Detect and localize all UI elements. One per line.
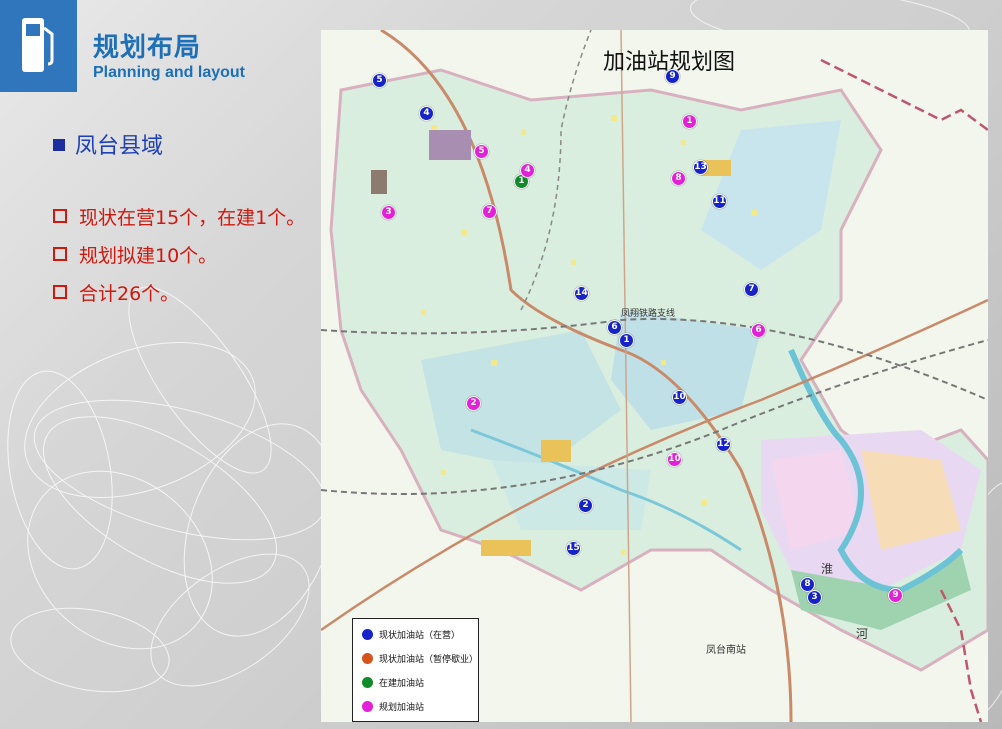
station-existing[interactable]: 1 <box>619 333 634 348</box>
bullet-item: 合计26个。 <box>53 281 305 319</box>
station-existing[interactable]: 15 <box>566 541 581 556</box>
legend-label: 现状加油站（暂停歇业） <box>379 655 479 665</box>
legend-item: 现状加油站（暂停歇业） <box>362 652 478 668</box>
legend-item: 现状加油站（在营） <box>362 628 460 644</box>
station-planned[interactable]: 8 <box>671 171 686 186</box>
bullet-item: 现状在营15个，在建1个。 <box>53 205 305 243</box>
blue-dot-icon <box>362 629 373 640</box>
station-planned[interactable]: 2 <box>466 396 481 411</box>
gas-pump-icon <box>22 18 54 72</box>
green-dot-icon <box>362 677 373 688</box>
legend-item: 在建加油站 <box>362 676 424 692</box>
station-planned[interactable]: 6 <box>751 323 766 338</box>
station-planned[interactable]: 4 <box>520 163 535 178</box>
station-existing[interactable]: 3 <box>807 590 822 605</box>
checkbox-bullet-icon <box>53 209 67 223</box>
station-planned[interactable]: 10 <box>667 452 682 467</box>
checkbox-bullet-icon <box>53 247 67 261</box>
station-existing[interactable]: 5 <box>372 73 387 88</box>
orange-dot-icon <box>362 653 373 664</box>
river-label: 河 <box>856 627 869 641</box>
station-planned[interactable]: 5 <box>474 144 489 159</box>
station-existing[interactable]: 4 <box>419 106 434 121</box>
station-planned[interactable]: 9 <box>888 588 903 603</box>
magenta-dot-icon <box>362 701 373 712</box>
station-existing[interactable]: 10 <box>672 390 687 405</box>
bullet-text: 现状在营15个，在建1个。 <box>79 207 306 229</box>
station-existing[interactable]: 14 <box>574 286 589 301</box>
checkbox-bullet-icon <box>53 285 67 299</box>
square-bullet-icon <box>53 139 65 151</box>
page-title: 规划布局 <box>93 33 202 63</box>
station-existing[interactable]: 2 <box>578 498 593 513</box>
station-planned[interactable]: 7 <box>482 204 497 219</box>
legend-label: 规划加油站 <box>379 703 425 713</box>
station-existing[interactable]: 9 <box>665 69 680 84</box>
legend-label: 在建加油站 <box>379 679 425 689</box>
bullet-text: 合计26个。 <box>79 283 180 305</box>
south-station-label: 凤台南站 <box>706 645 746 656</box>
station-planned[interactable]: 1 <box>682 114 697 129</box>
page-subtitle: Planning and layout <box>93 64 246 81</box>
station-existing[interactable]: 6 <box>607 320 622 335</box>
station-existing[interactable]: 11 <box>712 194 727 209</box>
station-existing[interactable]: 12 <box>716 437 731 452</box>
railway-label: 凤翔铁路支线 <box>621 309 676 319</box>
station-existing[interactable]: 13 <box>693 160 708 175</box>
bullet-list: 现状在营15个，在建1个。 规划拟建10个。 合计26个。 <box>53 205 305 319</box>
section-heading-text: 凤台县域 <box>75 134 164 159</box>
huai-label: 淮 <box>821 562 834 576</box>
map-legend: 现状加油站（在营） 现状加油站（暂停歇业） 在建加油站 规划加油站 <box>352 618 479 722</box>
header-logo-box <box>0 0 77 92</box>
station-planned[interactable]: 3 <box>381 205 396 220</box>
station-existing[interactable]: 7 <box>744 282 759 297</box>
planning-map: 加油站规划图 凤翔铁路支线 凤台南站 河 淮 5 9 4 13 11 7 6 1… <box>321 30 988 722</box>
section-heading: 凤台县域 <box>53 128 163 160</box>
legend-item: 规划加油站 <box>362 700 424 716</box>
legend-label: 现状加油站（在营） <box>379 631 461 641</box>
bullet-item: 规划拟建10个。 <box>53 243 305 281</box>
bullet-text: 规划拟建10个。 <box>79 245 218 267</box>
